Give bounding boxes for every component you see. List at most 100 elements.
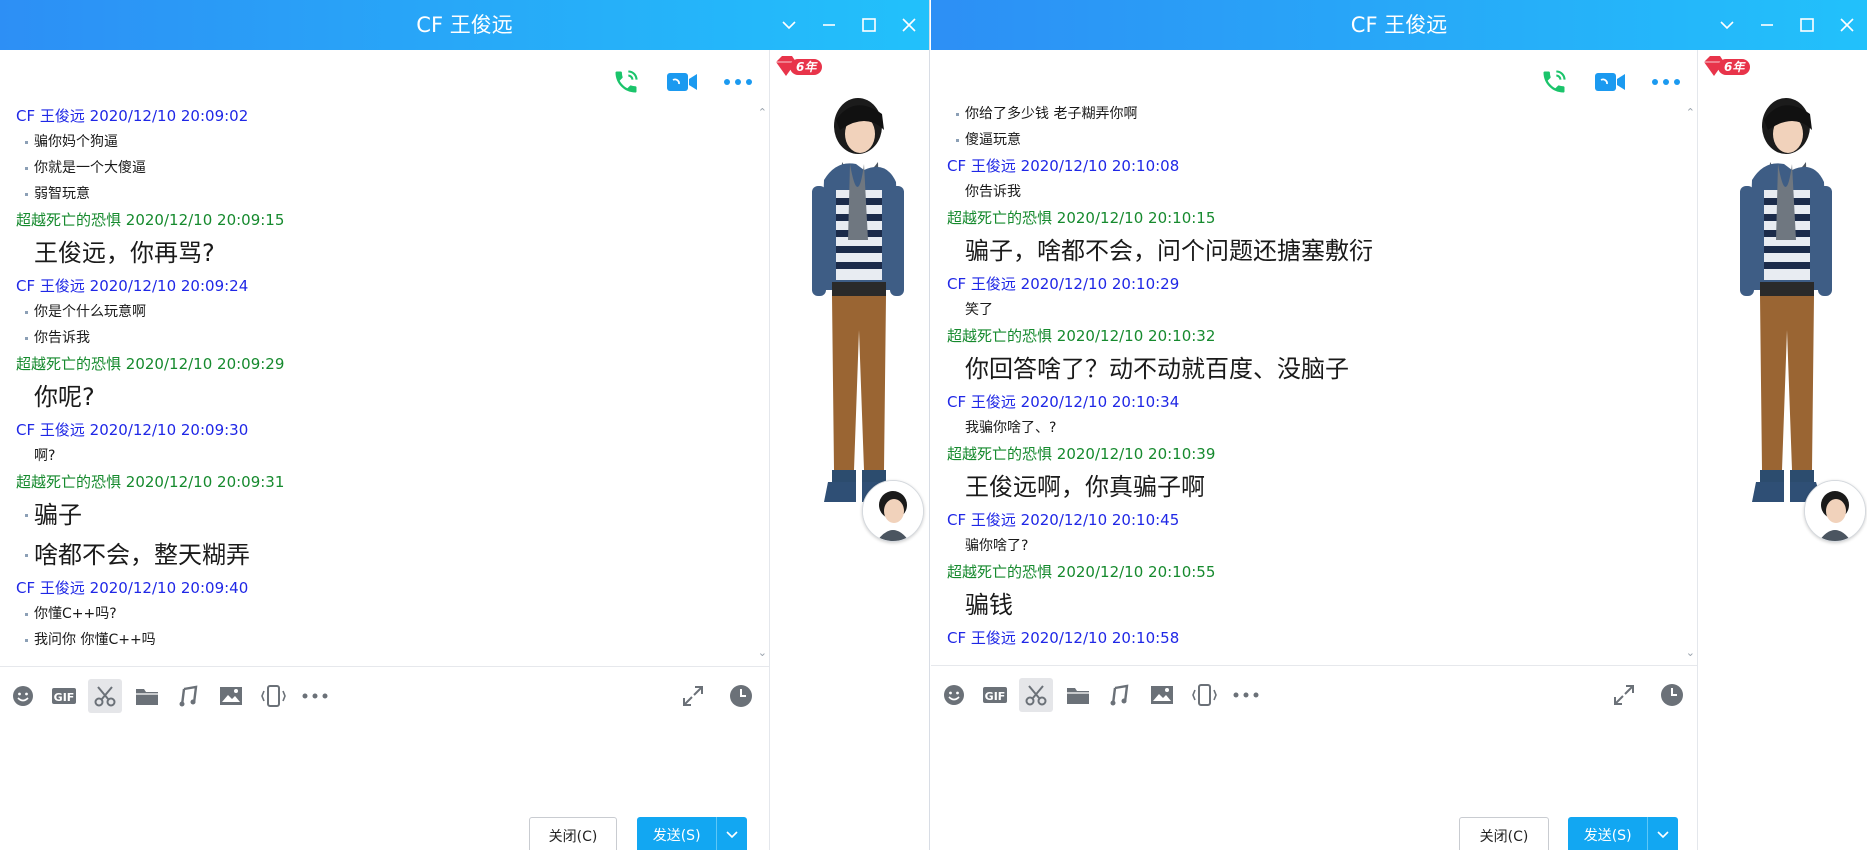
emoji-icon[interactable] [6, 679, 40, 713]
close-button[interactable]: 关闭(C) [529, 817, 617, 850]
shake-icon[interactable] [1187, 678, 1221, 712]
send-button[interactable]: 发送(S) [1568, 817, 1678, 850]
sender-name[interactable]: CF 王俊远 [16, 421, 85, 439]
contact-avatar[interactable] [1804, 480, 1866, 542]
music-icon[interactable] [1103, 678, 1137, 712]
scroll-down-icon[interactable]: ⌄ [758, 646, 767, 659]
sender-name[interactable]: CF 王俊远 [947, 511, 1016, 529]
sender-name[interactable]: 超越死亡的恐惧 [16, 473, 121, 491]
send-options-chevron-icon[interactable] [716, 817, 747, 850]
chevron-down-icon[interactable] [769, 0, 809, 50]
sender-name[interactable]: CF 王俊远 [947, 629, 1016, 647]
folder-icon[interactable] [1061, 678, 1095, 712]
message-list[interactable]: CF 王俊远 2020/12/10 20:09:02 骗你妈个狗逼 你就是一个大傻逼… [0, 103, 757, 707]
message-text: 笑了 [965, 302, 993, 318]
sender-name[interactable]: 超越死亡的恐惧 [16, 355, 121, 373]
sender-name[interactable]: 超越死亡的恐惧 [947, 563, 1052, 581]
message-time: 2020/12/10 20:10:45 [1020, 511, 1180, 529]
sender-name[interactable]: CF 王俊远 [16, 579, 85, 597]
scroll-down-icon[interactable]: ⌄ [1686, 646, 1695, 659]
sender-name[interactable]: CF 王俊远 [947, 275, 1016, 293]
emoji-icon[interactable] [937, 678, 971, 712]
gif-icon[interactable]: GIF [978, 678, 1012, 712]
message-block: 超越死亡的恐惧 2020/12/10 20:10:32 你回答啥了？动不动就百度、… [931, 323, 1685, 389]
close-icon[interactable] [889, 0, 929, 50]
message-header: 超越死亡的恐惧 2020/12/10 20:10:15 [931, 205, 1685, 231]
message-block: 超越死亡的恐惧 2020/12/10 20:09:15 王俊远，你再骂? [0, 207, 757, 273]
chat-column: CF 王俊远 2020/12/10 20:09:02 骗你妈个狗逼 你就是一个大傻逼… [0, 50, 770, 850]
send-button[interactable]: 发送(S) [637, 817, 747, 850]
message-text: 王俊远啊，你真骗子啊 [965, 473, 1205, 501]
message-time: 2020/12/10 20:10:08 [1020, 157, 1180, 175]
scroll-up-icon[interactable]: ⌃ [758, 106, 767, 119]
maximize-icon[interactable] [849, 0, 889, 50]
sender-name[interactable]: 超越死亡的恐惧 [947, 445, 1052, 463]
phone-icon[interactable] [605, 64, 647, 100]
vip-badge: 6年 [774, 54, 824, 78]
more-icon[interactable] [1229, 678, 1263, 712]
title-bar[interactable]: CF 王俊远 [0, 0, 929, 50]
image-icon[interactable] [1145, 678, 1179, 712]
sender-name[interactable]: CF 王俊远 [16, 277, 85, 295]
message-time: 2020/12/10 20:09:02 [89, 107, 249, 125]
shake-icon[interactable] [256, 679, 290, 713]
sender-name[interactable]: 超越死亡的恐惧 [947, 327, 1052, 345]
sender-name[interactable]: 超越死亡的恐惧 [947, 209, 1052, 227]
image-icon[interactable] [214, 679, 248, 713]
message-time: 2020/12/10 20:10:39 [1056, 445, 1216, 463]
message-text: 弱智玩意 [0, 181, 757, 207]
history-icon[interactable] [1655, 678, 1689, 712]
call-bar [605, 62, 759, 102]
more-icon[interactable] [298, 679, 332, 713]
music-icon[interactable] [172, 679, 206, 713]
video-camera-icon[interactable] [661, 64, 703, 100]
send-button-label[interactable]: 发送(S) [1568, 817, 1647, 850]
message-text: 你就是一个大傻逼 [0, 155, 757, 181]
message-list[interactable]: 你给了多少钱 老子糊弄你啊 傻逼玩意 CF 王俊远 2020/12/10 20:10… [931, 101, 1685, 705]
message-header: 超越死亡的恐惧 2020/12/10 20:10:55 [931, 559, 1685, 585]
message-text: 骗子 [0, 495, 757, 535]
message-time: 2020/12/10 20:10:58 [1020, 629, 1180, 647]
scissors-icon[interactable] [1019, 678, 1053, 712]
phone-icon[interactable] [1533, 64, 1575, 100]
expand-icon[interactable] [676, 679, 710, 713]
message-time: 2020/12/10 20:09:30 [89, 421, 249, 439]
input-toolbar: GIF [0, 666, 769, 725]
video-camera-icon[interactable] [1589, 64, 1631, 100]
gif-icon[interactable]: GIF [47, 679, 81, 713]
message-block: CF 王俊远 2020/12/10 20:09:02 骗你妈个狗逼 你就是一个大傻逼… [0, 103, 757, 207]
contact-avatar[interactable] [862, 480, 924, 542]
message-block: 超越死亡的恐惧 2020/12/10 20:10:15 骗子，啥都不会，问个问题还… [931, 205, 1685, 271]
message-block: CF 王俊远 2020/12/10 20:10:29 笑了 [931, 271, 1685, 323]
more-options-icon[interactable] [1645, 64, 1687, 100]
close-button[interactable]: 关闭(C) [1459, 817, 1549, 850]
scissors-icon[interactable] [88, 679, 122, 713]
message-time: 2020/12/10 20:10:55 [1056, 563, 1216, 581]
message-text: 王俊远，你再骂? [34, 239, 215, 267]
send-button-label[interactable]: 发送(S) [637, 817, 716, 850]
maximize-icon[interactable] [1787, 0, 1827, 50]
more-options-icon[interactable] [717, 64, 759, 100]
message-text: 骗你妈个狗逼 [0, 129, 757, 155]
close-icon[interactable] [1827, 0, 1867, 50]
message-header: CF 王俊远 2020/12/10 20:09:40 [0, 575, 757, 601]
scroll-up-icon[interactable]: ⌃ [1686, 106, 1695, 119]
folder-icon[interactable] [130, 679, 164, 713]
history-icon[interactable] [724, 679, 758, 713]
minimize-icon[interactable] [1747, 0, 1787, 50]
sender-name[interactable]: 超越死亡的恐惧 [16, 211, 121, 229]
message-header: 超越死亡的恐惧 2020/12/10 20:09:15 [0, 207, 757, 233]
sender-name[interactable]: CF 王俊远 [16, 107, 85, 125]
message-text: 傻逼玩意 [931, 127, 1685, 153]
chevron-down-icon[interactable] [1707, 0, 1747, 50]
minimize-icon[interactable] [809, 0, 849, 50]
message-header: CF 王俊远 2020/12/10 20:10:34 [931, 389, 1685, 415]
close-button-label: 关闭(C) [548, 829, 598, 845]
expand-icon[interactable] [1607, 678, 1641, 712]
message-time: 2020/12/10 20:09:15 [125, 211, 285, 229]
sender-name[interactable]: CF 王俊远 [947, 393, 1016, 411]
message-header: 超越死亡的恐惧 2020/12/10 20:09:29 [0, 351, 757, 377]
send-options-chevron-icon[interactable] [1647, 817, 1678, 850]
title-bar[interactable]: CF 王俊远 [931, 0, 1867, 50]
sender-name[interactable]: CF 王俊远 [947, 157, 1016, 175]
